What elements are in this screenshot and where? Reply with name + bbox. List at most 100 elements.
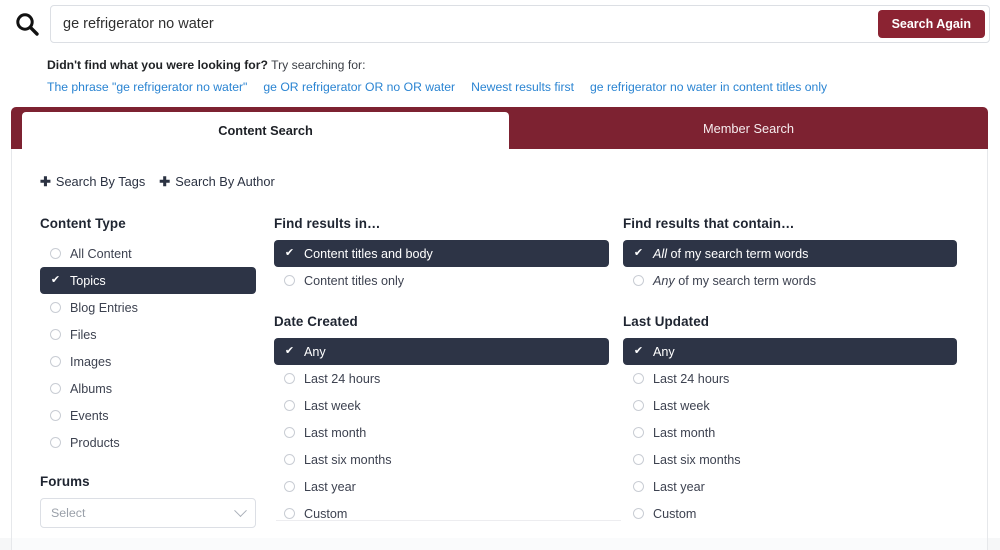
option-date-any[interactable]: ✔ Any [274,338,609,365]
option-updated-last-week[interactable]: Last week [623,392,957,419]
radio-icon [633,481,644,492]
option-titles-only[interactable]: Content titles only [274,267,609,294]
option-any-search-terms[interactable]: Any of my search term words [623,267,957,294]
find-results-in-title: Find results in… [274,216,381,231]
radio-icon [50,437,61,448]
panel-bottom-strip [0,538,1000,550]
check-icon: ✔ [284,345,295,357]
forums-select[interactable]: Select [40,498,256,528]
radio-icon [284,275,295,286]
content-type-title: Content Type [40,216,126,231]
option-label: Content titles only [304,273,405,288]
option-updated-custom[interactable]: Custom [623,500,957,527]
option-label: Last week [653,398,710,413]
search-page: Search Again Didn't find what you were l… [0,0,1000,550]
radio-icon [284,427,295,438]
tab-content-search-label: Content Search [218,123,313,138]
option-label: Any of my search term words [653,274,816,288]
option-updated-last-24-hours[interactable]: Last 24 hours [623,365,957,392]
option-label: All of my search term words [653,247,808,261]
tab-member-search[interactable]: Member Search [509,107,988,149]
option-all-search-terms[interactable]: ✔ All of my search term words [623,240,957,267]
column-find-results-in: Find results in… ✔ Content titles and bo… [274,216,623,528]
option-label: Images [70,354,112,369]
forums-title: Forums [40,474,90,489]
radio-icon [633,400,644,411]
alt-search-lead-rest: Try searching for: [267,58,366,72]
alt-search-lead-bold: Didn't find what you were looking for? [47,58,268,72]
option-blog-entries[interactable]: Blog Entries [40,294,256,321]
alt-link-newest[interactable]: Newest results first [471,78,574,97]
column-content-type: Content Type All Content ✔ Topics Blog E… [12,216,274,528]
option-updated-last-month[interactable]: Last month [623,419,957,446]
alternate-search-suggestions: Didn't find what you were looking for? T… [47,56,987,97]
radio-icon [633,454,644,465]
option-updated-any[interactable]: ✔ Any [623,338,957,365]
search-again-button[interactable]: Search Again [877,10,985,38]
radio-icon [633,373,644,384]
option-label: Last 24 hours [304,371,381,386]
forums-select-value: Select [51,506,86,520]
date-created-options: ✔ Any Last 24 hours Last week Last month [274,338,623,527]
option-updated-last-six-months[interactable]: Last six months [623,446,957,473]
search-input[interactable] [51,6,878,42]
option-label: Topics [70,273,106,288]
option-all-content[interactable]: All Content [40,240,256,267]
option-date-last-24-hours[interactable]: Last 24 hours [274,365,609,392]
option-label: Events [70,408,109,423]
search-by-author-link[interactable]: ✚ Search By Author [159,174,275,189]
option-label-emphasis: All [653,246,667,261]
option-products[interactable]: Products [40,429,256,456]
alt-search-links: The phrase "ge refrigerator no water" ge… [47,78,987,97]
option-date-last-year[interactable]: Last year [274,473,609,500]
option-date-last-month[interactable]: Last month [274,419,609,446]
option-topics[interactable]: ✔ Topics [40,267,256,294]
date-created-title: Date Created [274,314,358,329]
search-tabbar: Content Search Member Search [11,107,988,149]
option-label: Custom [304,506,348,521]
find-results-contain-title: Find results that contain… [623,216,795,231]
radio-icon [633,508,644,519]
panel-bottom-strip-inner [11,538,988,550]
option-files[interactable]: Files [40,321,256,348]
column-find-results-contain: Find results that contain… ✔ All of my s… [623,216,989,528]
option-label: All Content [70,246,132,261]
radio-icon [633,427,644,438]
option-albums[interactable]: Albums [40,375,256,402]
option-date-custom[interactable]: Custom [274,500,609,527]
option-label: Last six months [304,452,392,467]
search-header: Search Again [0,0,1000,48]
filter-columns: Content Type All Content ✔ Topics Blog E… [12,216,989,528]
check-icon: ✔ [284,247,295,259]
option-label-rest: of my search term words [674,273,817,288]
search-filters-panel: ✚ Search By Tags ✚ Search By Author Cont… [11,149,988,538]
column-divider [276,520,621,521]
tab-content-search[interactable]: Content Search [22,112,509,149]
alt-link-titles-only[interactable]: ge refrigerator no water in content titl… [590,78,827,97]
search-by-tags-link[interactable]: ✚ Search By Tags [40,174,145,189]
alt-link-phrase[interactable]: The phrase "ge refrigerator no water" [47,78,247,97]
alt-search-lead: Didn't find what you were looking for? T… [47,56,987,75]
find-results-in-options: ✔ Content titles and body Content titles… [274,240,623,294]
option-label: Content titles and body [304,246,433,261]
radio-icon [284,508,295,519]
forums-block: Forums Select [40,474,274,528]
option-date-last-week[interactable]: Last week [274,392,609,419]
radio-icon [284,373,295,384]
option-events[interactable]: Events [40,402,256,429]
search-by-author-label: Search By Author [175,174,275,189]
radio-icon [50,329,61,340]
option-updated-last-year[interactable]: Last year [623,473,957,500]
alt-link-or[interactable]: ge OR refrigerator OR no OR water [263,78,455,97]
radio-icon [50,356,61,367]
option-label-emphasis: Any [653,273,675,288]
radio-icon [50,410,61,421]
radio-icon [633,275,644,286]
search-by-tags-label: Search By Tags [55,174,146,189]
check-icon: ✔ [50,274,61,286]
option-images[interactable]: Images [40,348,256,375]
search-box[interactable]: Search Again [50,5,990,43]
last-updated-options: ✔ Any Last 24 hours Last week Last month [623,338,989,527]
option-date-last-six-months[interactable]: Last six months [274,446,609,473]
option-titles-and-body[interactable]: ✔ Content titles and body [274,240,609,267]
